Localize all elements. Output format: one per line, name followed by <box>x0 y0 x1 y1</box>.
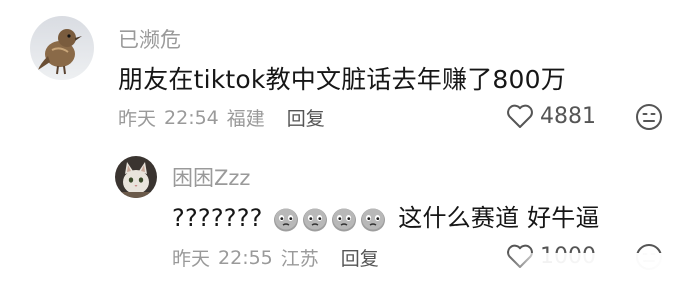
comment-date: 昨天 <box>118 108 157 130</box>
watermark-overlay <box>505 253 690 283</box>
reply-reply-button[interactable]: 回复 <box>341 244 379 271</box>
sad-face-emoji <box>332 208 357 232</box>
neutral-face-icon <box>636 104 662 130</box>
reply-location: 江苏 <box>280 248 319 270</box>
sad-face-emoji <box>274 208 299 232</box>
comment-dislike-button[interactable] <box>635 103 663 135</box>
replier-username[interactable]: 困困Zzz <box>172 162 250 192</box>
comment-time: 22:54 <box>164 106 219 129</box>
reply-text-suffix: 这什么赛道 好牛逼 <box>398 204 600 232</box>
sad-face-emoji <box>303 208 328 232</box>
comment-reply-button[interactable]: 回复 <box>287 104 325 131</box>
commenter-avatar[interactable] <box>30 16 94 80</box>
reply-text: ??????? 这什么赛道 好牛逼 <box>172 198 600 233</box>
commenter-username[interactable]: 已濒危 <box>118 24 181 54</box>
reply-time: 22:55 <box>218 246 273 269</box>
comment-like-count: 4881 <box>540 103 596 129</box>
reply-emoji-group <box>272 205 388 233</box>
comment-text: 朋友在tiktok教中文脏话去年赚了800万 <box>118 65 566 94</box>
replier-avatar[interactable] <box>115 156 157 198</box>
reply-date: 昨天 <box>172 248 211 270</box>
sad-face-emoji <box>361 208 386 232</box>
reply-text-prefix: ??????? <box>172 204 263 232</box>
comment-like-button[interactable]: 4881 <box>506 103 596 129</box>
comment-meta: 昨天 22:54 福建 回复 <box>118 104 325 131</box>
heart-icon <box>507 104 533 128</box>
comment-location: 福建 <box>226 108 265 130</box>
reply-meta: 昨天 22:55 江苏 回复 <box>172 244 379 271</box>
